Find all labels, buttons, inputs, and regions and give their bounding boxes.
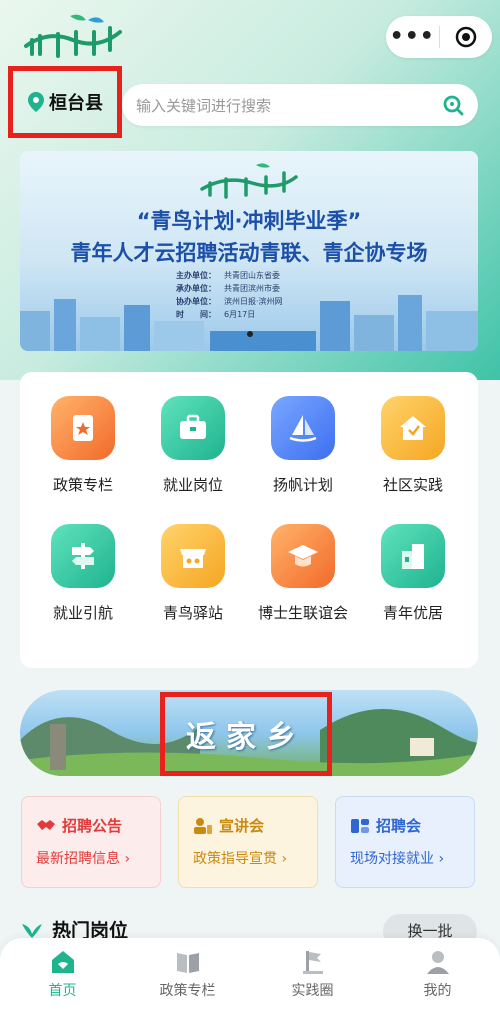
grid-item-label: 扬帆计划	[272, 476, 333, 494]
location-selector[interactable]: 桓台县	[8, 66, 122, 138]
tab-label: 实践圈	[291, 983, 334, 999]
more-dots-icon[interactable]: •••	[386, 16, 439, 58]
briefcase-icon	[161, 396, 225, 460]
carousel-dot[interactable]	[247, 331, 253, 337]
house-icon	[381, 396, 445, 460]
briefing-session-card[interactable]: 宣讲会 政策指导宣贯 ›	[178, 796, 318, 888]
tab-home[interactable]: 首页	[0, 938, 125, 1013]
grid-item-label: 就业引航	[52, 604, 113, 622]
job-fair-card[interactable]: 招聘会 现场对接就业 ›	[335, 796, 475, 888]
building-icon	[381, 524, 445, 588]
job-fair-icon	[351, 818, 369, 833]
card-title: 宣讲会	[219, 817, 265, 835]
bottom-tab-bar: 首页 政策专栏 实践圈 我的	[0, 938, 500, 1013]
grid-item-policy[interactable]: 政策专栏	[28, 396, 138, 495]
grid-item-sail[interactable]: 扬帆计划	[248, 396, 358, 495]
banner-title-1: “青鸟计划·冲刺毕业季”	[136, 209, 362, 233]
grid-item-label: 就业岗位	[162, 476, 223, 494]
card-title: 招聘会	[376, 817, 422, 835]
flag-icon	[302, 951, 323, 974]
event-banner[interactable]: “青鸟计划·冲刺毕业季” 青年人才云招聘活动青联、青企协专场 主办单位： 共青团山…	[20, 151, 478, 351]
card-subtitle: 现场对接就业	[350, 851, 434, 867]
organizer-value: 共青团山东省委	[224, 271, 280, 280]
grid-item-label: 社区实践	[382, 476, 443, 494]
miniapp-capsule: •••	[386, 16, 492, 58]
location-pin-icon	[28, 92, 44, 112]
tab-label: 政策专栏	[159, 983, 216, 999]
grid-item-jobs[interactable]: 就业岗位	[138, 396, 248, 495]
graduation-cap-icon	[271, 524, 335, 588]
banner-logo-icon	[200, 163, 298, 199]
store-icon	[161, 524, 225, 588]
signpost-icon	[51, 524, 115, 588]
target-icon[interactable]	[439, 25, 492, 49]
grid-item-label: 青鸟驿站	[162, 604, 223, 622]
banner-title-2: 青年人才云招聘活动青联、青企协专场	[70, 241, 428, 265]
chevron-right-icon: ›	[438, 851, 445, 867]
card-subtitle: 政策指导宣贯	[193, 851, 277, 867]
grid-item-label: 青年优居	[382, 604, 443, 622]
handshake-icon	[37, 819, 55, 830]
grid-item-guide[interactable]: 就业引航	[28, 524, 138, 623]
chevron-right-icon: ›	[281, 851, 288, 867]
search-icon[interactable]	[442, 94, 464, 116]
tab-label: 我的	[423, 983, 452, 999]
card-title: 招聘公告	[62, 817, 123, 835]
grid-item-community[interactable]: 社区实践	[358, 396, 468, 495]
search-bar[interactable]: 输入关键词进行搜索	[122, 84, 478, 126]
home-icon	[51, 951, 74, 973]
grid-item-label: 博士生联谊会	[257, 604, 348, 622]
hometown-banner-title[interactable]: 返家乡	[160, 692, 332, 776]
book-icon	[51, 396, 115, 460]
search-input[interactable]: 输入关键词进行搜索	[136, 95, 442, 116]
hometown-text: 返家乡	[186, 720, 306, 755]
recruitment-notice-card[interactable]: 招聘公告 最新招聘信息 ›	[21, 796, 161, 888]
tab-mine[interactable]: 我的	[375, 938, 500, 1013]
speaker-icon	[194, 817, 212, 834]
user-icon	[426, 951, 449, 974]
location-label: 桓台县	[49, 93, 103, 114]
logo-icon	[24, 14, 122, 58]
city-skyline-illustration	[20, 295, 478, 351]
sailboat-icon	[271, 396, 335, 460]
grid-item-housing[interactable]: 青年优居	[358, 524, 468, 623]
grid-item-label: 政策专栏	[52, 476, 113, 494]
card-subtitle: 最新招聘信息	[36, 851, 120, 867]
tab-practice[interactable]: 实践圈	[250, 938, 375, 1013]
tab-policy[interactable]: 政策专栏	[125, 938, 250, 1013]
grid-item-station[interactable]: 青鸟驿站	[138, 524, 248, 623]
policy-book-icon	[176, 953, 199, 973]
grid-item-phd[interactable]: 博士生联谊会	[248, 524, 358, 623]
chevron-right-icon: ›	[124, 851, 131, 867]
tab-label: 首页	[48, 983, 77, 999]
feature-grid: 政策专栏 就业岗位 扬帆计划 社区实践 就业引航 青鸟驿站 博士生联谊会 青年优…	[20, 372, 478, 668]
bird-icon	[22, 923, 42, 938]
